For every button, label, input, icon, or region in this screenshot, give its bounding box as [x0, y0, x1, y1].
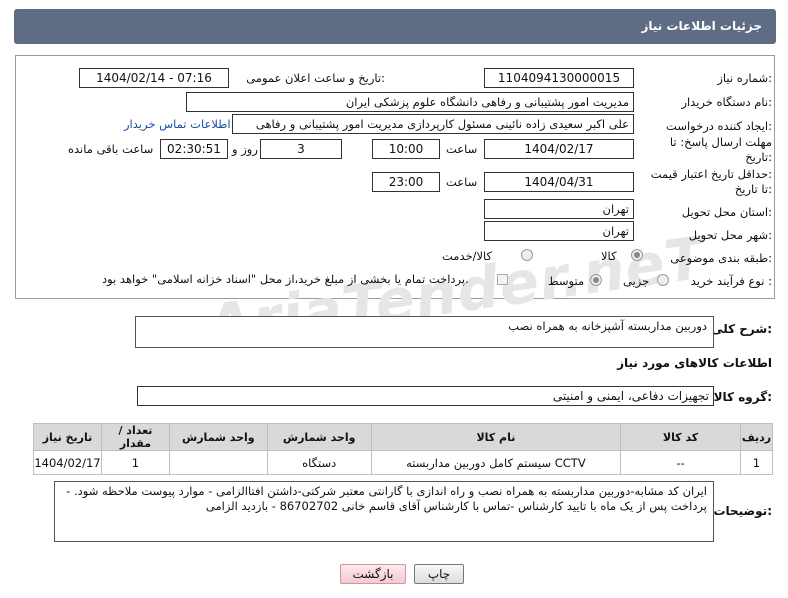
category-goods-service-label: کالا/خدمت [442, 249, 493, 263]
process-minor-label: جزیی [623, 274, 650, 288]
province-field: تهران [484, 199, 634, 219]
process-label: نوع فرآیند خرید : [690, 274, 772, 288]
deadline-date-field: 1404/02/17 [484, 139, 634, 159]
category-goods-radio[interactable] [631, 249, 643, 261]
days-field: 3 [260, 139, 342, 159]
city-label: شهر محل تحویل: [688, 228, 772, 242]
process-minor-radio[interactable] [657, 274, 669, 286]
remaining-time-field: 02:30:51 [160, 139, 228, 159]
announce-datetime-field: 1404/02/14 - 07:16 [79, 68, 229, 88]
buyer-field: مدیریت امور پشتیبانی و رفاهی دانشگاه علو… [186, 92, 634, 112]
page-header: جزئیات اطلاعات نیاز [14, 9, 776, 44]
category-goods-label: کالا [601, 249, 617, 263]
validity-time-label: ساعت [446, 175, 478, 189]
col-unit-header-2: واحد شمارش [266, 423, 372, 451]
buyer-contact-link[interactable]: اطلاعات تماس خریدار [124, 117, 231, 131]
payment-note: پرداخت تمام یا بخشی از مبلغ خرید،از محل … [102, 272, 469, 286]
deadline-label-2: تاریخ: [745, 150, 772, 164]
table-row: 1404/02/17 1 دستگاه سیستم کامل دوربین مد… [33, 450, 774, 475]
process-medium-label: متوسط [548, 274, 585, 288]
validity-date-field: 1404/04/31 [484, 172, 634, 192]
goods-section-title: اطلاعات کالاهای مورد نیاز [617, 356, 772, 370]
validity-time-field: 23:00 [372, 172, 440, 192]
treasury-payment-checkbox[interactable] [497, 274, 508, 285]
buyer-label: نام دستگاه خریدار: [681, 95, 772, 109]
description-textarea[interactable]: دوربین مداربسته آشپزخانه به همراه نصب [135, 316, 714, 348]
buyer-notes-textarea[interactable]: ایران کد مشابه-دوربین مداربسته به همراه … [54, 481, 714, 542]
deadline-label: مهلت ارسال پاسخ: تا [669, 135, 772, 149]
cell-date: 1404/02/17 [33, 450, 102, 475]
cell-blank [168, 450, 268, 475]
cell-row: 1 [739, 450, 774, 475]
cell-code: -- [620, 450, 741, 475]
print-button[interactable]: چاپ [414, 564, 464, 584]
need-number-field: 1104094130000015 [484, 68, 634, 88]
cell-unit: دستگاه [266, 450, 372, 475]
validity-label-2: تا تاریخ: [734, 182, 772, 196]
announce-label: تاریخ و ساعت اعلان عمومی: [246, 71, 385, 85]
creator-field: علی اکبر سعیدی زاده نائینی مسئول کارپردا… [232, 114, 634, 134]
deadline-time-label: ساعت [446, 142, 478, 156]
col-qty-header: تعداد / مقدار [100, 423, 170, 451]
back-button[interactable]: بازگشت [340, 564, 406, 584]
city-field: تهران [484, 221, 634, 241]
category-label: طبقه بندی موضوعی: [670, 251, 772, 265]
cell-name: سیستم کامل دوربین مداربسته CCTV [370, 450, 622, 475]
province-label: استان محل تحویل: [681, 205, 772, 219]
validity-label: حداقل تاریخ اعتبار قیمت: [650, 167, 772, 181]
goods-table: تاریخ نیاز تعداد / مقدار واحد شمارش واحد… [33, 423, 774, 475]
buyer-notes-text: ایران کد مشابه-دوربین مداربسته به همراه … [66, 484, 707, 513]
col-code-header: کد کالا [620, 423, 741, 451]
creator-label: ایجاد کننده درخواست: [666, 119, 772, 133]
col-unit-header: واحد شمارش [168, 423, 268, 451]
col-row-header: ردیف [739, 423, 774, 451]
remaining-time-label: ساعت باقی مانده [68, 142, 154, 156]
page-title: جزئیات اطلاعات نیاز [641, 19, 762, 33]
col-name-header: نام کالا [370, 423, 622, 451]
deadline-time-field: 10:00 [372, 139, 440, 159]
process-medium-radio[interactable] [590, 274, 602, 286]
col-date-header: تاریخ نیاز [33, 423, 102, 451]
table-header-row: تاریخ نیاز تعداد / مقدار واحد شمارش واحد… [33, 423, 774, 451]
goods-group-field: تجهیزات دفاعی، ایمنی و امنیتی [137, 386, 714, 406]
need-number-label: شماره نیاز: [717, 71, 772, 85]
goods-group-label: گروه کالا: [713, 390, 772, 404]
cell-qty: 1 [100, 450, 170, 475]
days-label: روز و [232, 142, 258, 156]
description-text: دوربین مداربسته آشپزخانه به همراه نصب [508, 319, 707, 333]
category-goods-service-radio[interactable] [521, 249, 533, 261]
